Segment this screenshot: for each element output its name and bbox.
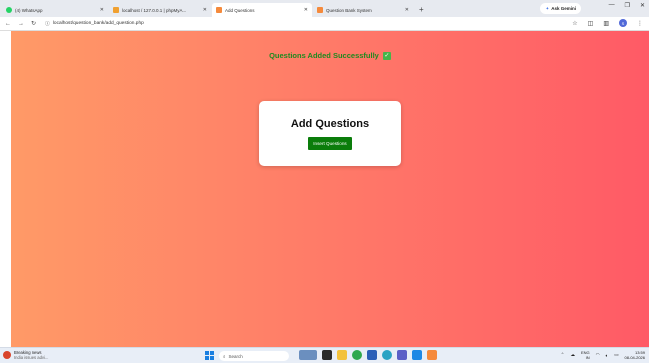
whatsapp-icon	[6, 7, 12, 13]
tab-title: Add Questions	[225, 7, 255, 13]
extensions-icon[interactable]: ◫	[588, 20, 594, 27]
volume-icon[interactable]: 🔈︎	[606, 353, 609, 358]
insert-questions-button[interactable]: Insert Questions	[308, 137, 352, 150]
file-explorer-icon[interactable]	[337, 350, 347, 360]
bookmark-star-icon[interactable]: ☆	[572, 20, 577, 27]
window-controls: — ❐ ✕	[609, 2, 645, 9]
tab-add-questions[interactable]: Add Questions ✕	[212, 3, 312, 17]
tab-title: localhost / 127.0.0.1 | phpMyA...	[122, 7, 187, 13]
news-widget[interactable]: Breaking news India issues advi...	[3, 350, 48, 360]
url-field[interactable]: ⓘ localhost/question_bank/add_question.p…	[45, 20, 144, 27]
region-text: IN	[585, 355, 590, 360]
check-mark-icon: ✓	[382, 52, 391, 61]
windows-start-icon[interactable]	[205, 351, 214, 360]
language-indicator[interactable]: ENG IN	[581, 350, 590, 360]
minimize-icon[interactable]: —	[609, 2, 615, 9]
close-tab-icon[interactable]: ✕	[405, 7, 409, 13]
phpmyadmin-icon	[113, 7, 119, 13]
profile-avatar[interactable]: S	[619, 19, 627, 27]
tab-question-bank[interactable]: Question Bank System ✕	[313, 3, 413, 17]
reload-icon[interactable]: ↻	[31, 20, 36, 27]
card-title: Add Questions	[290, 118, 370, 130]
news-subtitle: India issues advi...	[14, 355, 49, 360]
tab-title: (4) WhatsApp	[15, 7, 43, 13]
menu-kebab-icon[interactable]: ⋮	[637, 20, 643, 27]
windows-taskbar: Breaking news India issues advi... ⌕ Sea…	[0, 347, 649, 363]
battery-icon[interactable]: ▭	[614, 352, 618, 358]
edge-icon[interactable]	[382, 350, 392, 360]
cloud-icon[interactable]: ☁	[570, 352, 575, 358]
back-icon[interactable]: ←	[5, 21, 11, 27]
app-icon[interactable]	[427, 350, 437, 360]
close-tab-icon[interactable]: ✕	[304, 7, 308, 13]
new-tab-button[interactable]: +	[414, 3, 429, 17]
taskbar-search[interactable]: ⌕ Search	[219, 351, 289, 361]
close-window-icon[interactable]: ✕	[640, 2, 645, 9]
url-text: localhost/question_bank/add_question.php	[52, 21, 144, 26]
chevron-up-icon[interactable]: ⌃	[561, 352, 565, 358]
store-icon[interactable]	[367, 350, 377, 360]
ask-gemini-button[interactable]: ✦ Ask Gemini	[540, 3, 581, 14]
gemini-label: Ask Gemini	[551, 6, 576, 11]
news-icon	[3, 351, 11, 359]
teams-icon[interactable]	[397, 350, 407, 360]
site-info-icon[interactable]: ⓘ	[45, 20, 50, 27]
close-tab-icon[interactable]: ✕	[203, 7, 207, 13]
tab-title: Question Bank System	[326, 7, 372, 13]
taskview-icon[interactable]	[322, 350, 332, 360]
tab-phpmyadmin[interactable]: localhost / 127.0.0.1 | phpMyA... ✕	[109, 3, 211, 17]
success-banner: Questions Added Successfully ✓	[11, 51, 649, 61]
clock-date: 08-04-2026	[624, 355, 645, 360]
gemini-icon: ✦	[545, 5, 550, 11]
wifi-icon[interactable]: ◠	[596, 352, 600, 358]
add-questions-card: Add Questions Insert Questions	[259, 101, 401, 166]
clock[interactable]: 13:59 08-04-2026	[625, 350, 645, 360]
side-panel-icon[interactable]: ▥	[603, 20, 609, 27]
address-bar: ← → ↻ ⓘ localhost/question_bank/add_ques…	[0, 17, 649, 31]
search-icon: ⌕	[223, 353, 226, 359]
vscode-icon[interactable]	[412, 350, 422, 360]
page-favicon-icon	[317, 7, 323, 13]
page-favicon-icon	[216, 7, 222, 13]
system-tray: ⌃ ☁ ENG IN ◠ 🔈︎ ▭ 13:59 08-04-2026	[561, 350, 645, 360]
close-tab-icon[interactable]: ✕	[100, 7, 104, 13]
maximize-icon[interactable]: ❐	[625, 2, 630, 9]
search-placeholder: Search	[228, 353, 243, 359]
chrome-icon[interactable]	[352, 350, 362, 360]
forward-icon[interactable]: →	[18, 21, 24, 27]
page-body: Questions Added Successfully ✓ Add Quest…	[11, 31, 649, 347]
tab-whatsapp[interactable]: (4) WhatsApp ✕	[2, 3, 108, 17]
pinned-apps	[299, 350, 437, 360]
mountain-app-icon[interactable]	[299, 350, 317, 360]
success-message: Questions Added Successfully	[269, 51, 379, 60]
